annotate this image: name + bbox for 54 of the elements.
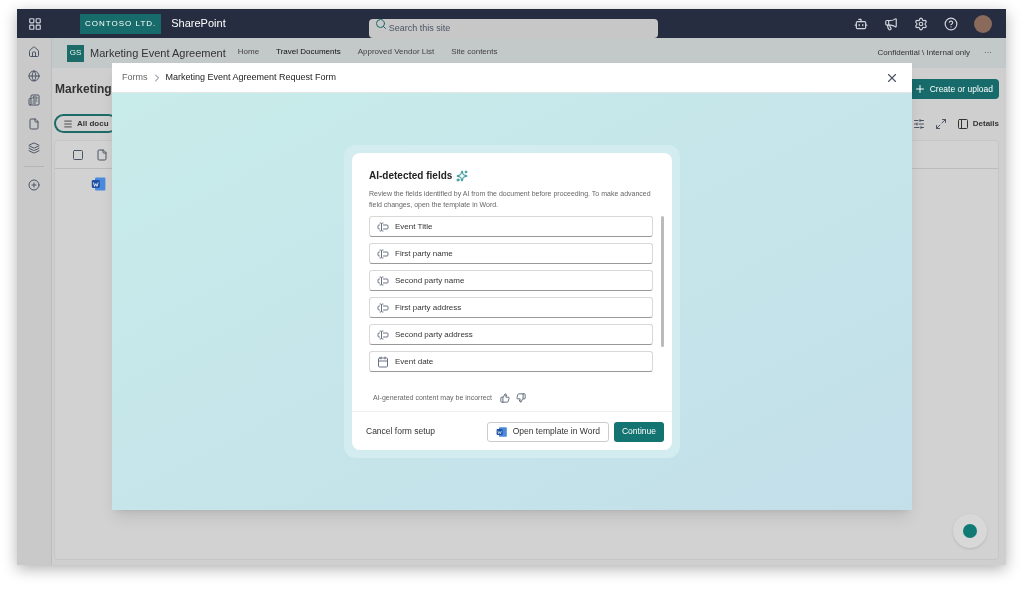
file-icon[interactable]: [28, 118, 40, 130]
breadcrumb-item[interactable]: Forms: [122, 70, 148, 85]
text-field-icon: [377, 301, 389, 314]
field-item[interactable]: First party name: [369, 243, 653, 264]
home-icon[interactable]: [28, 46, 40, 58]
text-field-icon: [377, 328, 389, 341]
lists-icon[interactable]: [28, 142, 40, 154]
word-icon: [495, 425, 508, 438]
megaphone-icon[interactable]: [884, 16, 898, 31]
breadcrumb-item: Marketing Event Agreement Request Form: [165, 70, 337, 84]
field-item[interactable]: Second party name: [369, 270, 653, 291]
thumbs-down-icon[interactable]: [516, 393, 527, 404]
open-word-button[interactable]: Open template in Word: [486, 421, 609, 442]
settings-icon[interactable]: [914, 16, 928, 31]
field-item[interactable]: Second party address: [369, 324, 653, 345]
card-title: AI-detected fields: [369, 169, 453, 183]
app-name[interactable]: SharePoint: [171, 15, 226, 32]
field-item[interactable]: Event date: [369, 351, 653, 372]
text-field-icon: [377, 247, 389, 260]
org-logo[interactable]: CONTOSO LTD.: [80, 13, 162, 34]
news-icon[interactable]: [28, 94, 40, 106]
site-badge: GS: [67, 44, 84, 62]
word-document-icon: [91, 176, 107, 192]
search-field[interactable]: Search this site: [368, 18, 658, 38]
details-button[interactable]: Details: [956, 117, 999, 130]
expand-icon[interactable]: [934, 117, 947, 130]
site-title[interactable]: Marketing Event Agreement: [90, 44, 226, 62]
library-title: Marketing: [55, 81, 112, 98]
checkbox-icon[interactable]: [72, 148, 84, 161]
cancel-button[interactable]: Cancel form setup: [360, 421, 441, 442]
text-field-icon: [377, 220, 389, 233]
sharepoint-icon: [963, 524, 977, 538]
avatar[interactable]: [974, 14, 992, 33]
file-type-icon: [96, 148, 108, 161]
continue-button[interactable]: Continue: [613, 421, 664, 442]
filter-icon[interactable]: [912, 117, 925, 130]
field-item[interactable]: First party address: [369, 297, 653, 318]
assistant-icon[interactable]: [854, 16, 868, 31]
create-icon[interactable]: [28, 179, 40, 191]
sparkle-icon: [456, 169, 469, 182]
text-field-icon: [377, 274, 389, 287]
more-button[interactable]: ···: [984, 47, 992, 59]
app-launcher-icon[interactable]: [27, 16, 42, 31]
calendar-icon: [377, 355, 389, 368]
scrollbar[interactable]: [661, 216, 664, 347]
thumbs-up-icon[interactable]: [500, 393, 511, 404]
search-icon: [374, 18, 387, 30]
menu-icon: [63, 118, 73, 129]
panel-icon: [956, 117, 969, 130]
globe-icon[interactable]: [28, 70, 40, 82]
help-icon[interactable]: [944, 16, 958, 31]
sensitivity-label[interactable]: Confidential \ Internal only: [877, 47, 970, 59]
field-item[interactable]: Event Title: [369, 216, 653, 237]
plus-icon: [913, 83, 926, 95]
